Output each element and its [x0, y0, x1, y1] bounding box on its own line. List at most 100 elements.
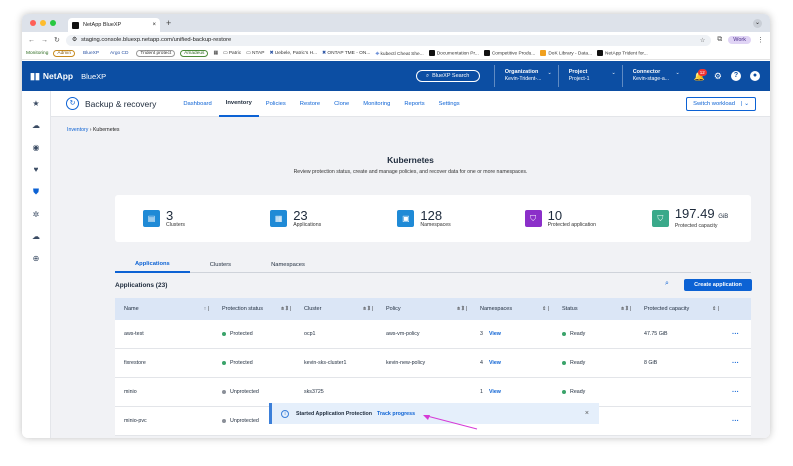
bookmark-argocd[interactable]: Argo CD	[107, 51, 131, 56]
track-progress-link[interactable]: Track progress	[377, 411, 415, 417]
breadcrumb-inventory-link[interactable]: Inventory	[67, 127, 88, 133]
sort-asc-icon[interactable]: ↑ |	[204, 306, 209, 312]
minimize-window-button[interactable]	[40, 20, 46, 26]
row-actions-icon[interactable]: ···	[723, 320, 751, 348]
bookmark-amadeus[interactable]: Amadeus	[180, 50, 209, 57]
tab-restore[interactable]: Restore	[293, 91, 327, 117]
bookmark-star-icon[interactable]: ☆	[700, 37, 705, 44]
col-cluster[interactable]: Cluster ⩧ ⇕ |	[295, 298, 377, 320]
storage-icon[interactable]: ☁	[32, 121, 40, 130]
bookmark-bluexp[interactable]: BlueXP	[80, 51, 102, 56]
col-status[interactable]: Status ⩧ ⇕ |	[553, 298, 635, 320]
chevron-down-icon[interactable]: ⌄	[753, 18, 762, 28]
filter-sort-icon[interactable]: ⩧ ⇕ |	[281, 306, 291, 312]
status-dot-icon	[562, 361, 566, 365]
table-search-icon[interactable]: ⌕	[665, 280, 669, 288]
tab-inventory[interactable]: Inventory	[218, 91, 259, 117]
mobility-icon[interactable]: ✲	[33, 210, 40, 219]
extensions-cloud-icon[interactable]: ☁	[32, 232, 40, 241]
notifications-bell-icon[interactable]: 🔔 12	[694, 68, 707, 82]
tab-settings[interactable]: Settings	[432, 91, 467, 117]
bookmark-trident-for[interactable]: NetApp Trident for...	[597, 50, 648, 57]
sort-icon[interactable]: ⇕ |	[542, 306, 549, 312]
netapp-header: ▮▮ NetApp BlueXP ⌕ BlueXP Search Organiz…	[22, 61, 770, 91]
bookmark-competitive[interactable]: Competitive Produ...	[483, 50, 535, 57]
bookmark-ontap-tme[interactable]: ✖ ONTAP TME - ON...	[322, 51, 370, 56]
extensions-icon[interactable]: ⧉	[717, 36, 722, 44]
connector-dropdown[interactable]: Connector Kevin-stage-a... ⌄	[621, 65, 686, 87]
bookmark-patric[interactable]: ▭ Patric	[223, 51, 241, 56]
row-actions-icon[interactable]: ···	[723, 349, 751, 377]
bookmark-documentation[interactable]: Documentation Pr...	[428, 50, 479, 57]
cell-cluster: kevin-sks-cluster1	[304, 360, 347, 366]
close-window-button[interactable]	[30, 20, 36, 26]
status-label: Ready	[570, 389, 586, 395]
switch-workload-button[interactable]: Switch workload | ⌄	[686, 96, 756, 111]
bookmark-monitoring[interactable]: Monitoring	[26, 51, 48, 56]
filter-sort-icon[interactable]: ⩧ ⇕ |	[457, 306, 467, 312]
new-tab-icon[interactable]: +	[166, 18, 171, 28]
subtab-clusters[interactable]: Clusters	[190, 257, 251, 273]
globe-icon[interactable]: ⊕	[33, 254, 40, 263]
col-protected-capacity[interactable]: Protected capacity ⇕ |	[635, 298, 723, 320]
bookmark-trident-protect[interactable]: Trident protect	[136, 50, 176, 57]
tab-clone[interactable]: Clone	[327, 91, 356, 117]
forward-icon[interactable]: →	[41, 37, 48, 44]
favorites-star-icon[interactable]: ★	[32, 99, 39, 108]
filter-sort-icon[interactable]: ⩧ ⇕ |	[621, 306, 631, 312]
bookmark-dok-library[interactable]: DoK Library - Data...	[540, 50, 592, 57]
stat-protected-applications: ⛉ 10 Protected application	[497, 209, 624, 228]
browser-tab[interactable]: NetApp BlueXP ×	[68, 18, 160, 32]
governance-icon[interactable]: ♥	[34, 165, 39, 174]
bookmark-ntap[interactable]: ▭ NTAP	[246, 51, 264, 56]
user-icon[interactable]: ●	[750, 71, 760, 81]
apps-grid-icon[interactable]: ▦	[213, 51, 218, 56]
protection-shield-icon[interactable]: ⛊	[33, 187, 39, 197]
bookmark-uebele[interactable]: ✖ Uebele, Patric's H...	[269, 51, 317, 56]
bluexp-search-button[interactable]: ⌕ BlueXP Search	[415, 70, 480, 82]
table-row[interactable]: aws-test Protected ocp1 aws-vm-policy 3V…	[115, 320, 751, 349]
netapp-logo[interactable]: ▮▮ NetApp	[30, 71, 73, 82]
organization-dropdown[interactable]: Organization Kevin-Trident-... ⌄	[493, 65, 558, 87]
col-protection-status[interactable]: Protection status ⩧ ⇕ |	[213, 298, 295, 320]
row-actions-icon[interactable]: ···	[723, 407, 751, 435]
health-icon[interactable]: ◉	[33, 143, 40, 152]
view-namespaces-link[interactable]: View	[489, 389, 501, 395]
create-application-button[interactable]: Create application	[684, 279, 752, 291]
bookmark-admin[interactable]: Admin	[53, 50, 76, 57]
product-name: BlueXP	[81, 71, 107, 81]
menu-icon[interactable]: ⋮	[757, 36, 764, 44]
tab-monitoring[interactable]: Monitoring	[356, 91, 397, 117]
row-actions-icon[interactable]: ···	[723, 378, 751, 406]
profile-button[interactable]: Work	[728, 36, 751, 44]
col-policy[interactable]: Policy ⩧ ⇕ |	[377, 298, 471, 320]
help-icon[interactable]: ?	[731, 71, 741, 81]
col-namespaces[interactable]: Namespaces ⇕ |	[471, 298, 553, 320]
settings-gear-icon[interactable]: ⚙	[714, 71, 722, 82]
back-icon[interactable]: ←	[28, 37, 35, 44]
view-namespaces-link[interactable]: View	[489, 360, 501, 366]
namespace-count: 4	[480, 360, 483, 366]
cell-status: Ready	[553, 320, 635, 348]
close-tab-icon[interactable]: ×	[152, 22, 156, 28]
tab-policies[interactable]: Policies	[259, 91, 293, 117]
reload-icon[interactable]: ↻	[54, 36, 60, 44]
protection-label: Protected	[230, 360, 253, 366]
zoom-window-button[interactable]	[50, 20, 56, 26]
col-name[interactable]: Name ↑ |	[115, 298, 213, 320]
close-icon[interactable]: ×	[585, 410, 589, 417]
filter-sort-icon[interactable]: ⩧ ⇕ |	[363, 306, 373, 312]
view-namespaces-link[interactable]: View	[489, 331, 501, 337]
project-dropdown[interactable]: Project Project-1 ⌄	[557, 65, 622, 87]
table-row[interactable]: fixrestore Protected kevin-sks-cluster1 …	[115, 349, 751, 378]
shield-icon: ⛉	[524, 210, 542, 227]
tab-dashboard[interactable]: Dashboard	[176, 91, 218, 117]
url-field[interactable]: ⚙ staging.console.bluexp.netapp.com/unif…	[65, 34, 712, 46]
stat-value: 10	[548, 209, 596, 222]
sort-icon[interactable]: ⇕ |	[712, 306, 719, 312]
bookmark-kubectl[interactable]: ⎈ kubectl Cheat She...	[375, 51, 423, 57]
subtab-applications[interactable]: Applications	[115, 257, 190, 273]
tab-reports[interactable]: Reports	[397, 91, 431, 117]
subtab-namespaces[interactable]: Namespaces	[251, 257, 325, 273]
site-info-icon[interactable]: ⚙	[72, 37, 77, 43]
